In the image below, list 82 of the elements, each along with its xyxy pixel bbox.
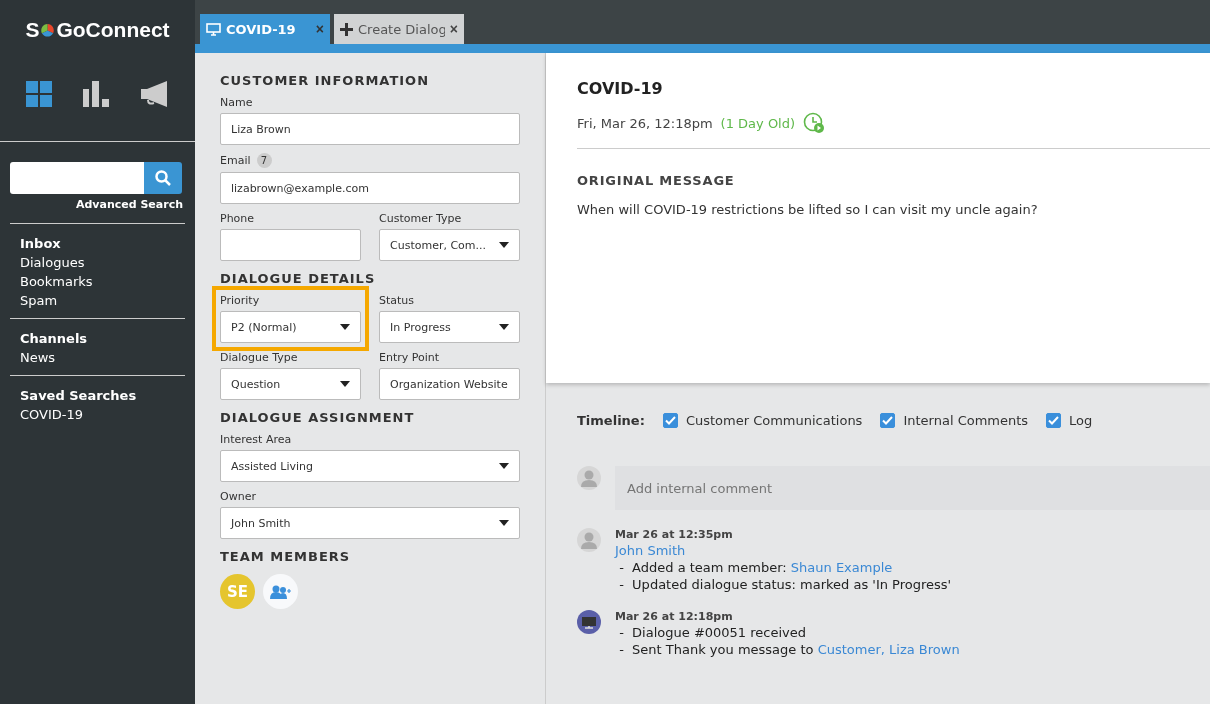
- field-label: Email: [220, 154, 251, 167]
- field-label: Dialogue Type: [220, 351, 298, 364]
- input-field[interactable]: [220, 229, 361, 261]
- search-button[interactable]: [144, 162, 182, 194]
- tab-label: COVID-19: [226, 21, 297, 37]
- section-title: TEAM MEMBERS: [220, 549, 352, 564]
- checkbox[interactable]: [880, 413, 896, 428]
- checkbox[interactable]: [662, 413, 678, 428]
- nav-item[interactable]: Dialogues: [20, 255, 175, 270]
- dropdown[interactable]: Customer, Com...: [379, 229, 520, 261]
- logo-text: S: [25, 18, 40, 42]
- dropdown[interactable]: Question: [220, 368, 361, 400]
- tab[interactable]: COVID-19 ×: [200, 14, 330, 44]
- user-avatar-icon: [577, 466, 601, 490]
- nav-heading[interactable]: Inbox: [20, 236, 175, 251]
- search-icon: [155, 170, 171, 186]
- nav-heading[interactable]: Channels: [20, 331, 175, 346]
- bar-chart-icon[interactable]: [83, 80, 110, 107]
- logo-icon: [40, 22, 56, 38]
- section-title: DIALOGUE ASSIGNMENT: [220, 410, 416, 425]
- caret-icon: [499, 242, 509, 248]
- dialogue-age: (1 Day Old): [720, 115, 796, 131]
- timeline-label: Timeline:: [577, 413, 645, 428]
- dropdown[interactable]: In Progress: [379, 311, 520, 343]
- monitor-avatar-icon: [577, 610, 601, 634]
- logo-text: GoConnect: [56, 18, 170, 42]
- user-avatar-icon: [577, 528, 601, 552]
- comment-field[interactable]: Add internal comment: [615, 466, 1210, 510]
- log-line: - Sent Thank you message to Customer, Liza Brown: [618, 642, 960, 657]
- count-badge: 7: [256, 153, 272, 168]
- monitor-icon: [206, 22, 221, 36]
- nav-item[interactable]: Spam: [20, 293, 175, 308]
- caret-icon: [340, 324, 350, 330]
- checkbox-label: Log: [1069, 413, 1093, 428]
- nav-item[interactable]: News: [20, 350, 175, 365]
- field-label: Name: [220, 96, 253, 109]
- add-people-icon: [269, 584, 292, 599]
- log-line: - Dialogue #00051 received: [618, 625, 808, 640]
- message-text: When will COVID-19 restrictions be lifted so I can visit my uncle again?: [577, 202, 1039, 217]
- log-line: - Added a team member: Shaun Example: [618, 560, 894, 575]
- tab-label: Create Dialog: [358, 21, 445, 37]
- dialogue-date: Fri, Mar 26, 12:18pm: [577, 115, 713, 131]
- nav-item[interactable]: Bookmarks: [20, 274, 175, 289]
- checkbox[interactable]: [1046, 413, 1062, 428]
- field-label: Status: [379, 294, 415, 307]
- input-field[interactable]: Liza Brown: [220, 113, 520, 145]
- dialogue-title: COVID-19: [577, 79, 664, 98]
- field-label: Phone: [220, 212, 255, 225]
- advanced-search-link[interactable]: Advanced Search: [75, 198, 183, 211]
- entry-time: Mar 26 at 12:35pm: [615, 528, 734, 541]
- input-field[interactable]: Organization Website: [379, 368, 520, 400]
- field-label: Customer Type: [379, 212, 462, 225]
- caret-icon: [499, 463, 509, 469]
- tab[interactable]: Create Dialog ×: [334, 14, 464, 44]
- close-button[interactable]: ×: [315, 21, 324, 37]
- caret-icon: [499, 520, 509, 526]
- close-button[interactable]: ×: [449, 21, 458, 37]
- section-title: DIALOGUE DETAILS: [220, 271, 377, 286]
- plus-icon: [340, 22, 353, 36]
- checkbox-label: Internal Comments: [903, 413, 1029, 428]
- field-label: Entry Point: [379, 351, 440, 364]
- checkbox-label: Customer Communications: [685, 413, 863, 428]
- caret-icon: [499, 324, 509, 330]
- dropdown[interactable]: Assisted Living: [220, 450, 520, 482]
- log-line: - Updated dialogue status: marked as 'In Progress': [618, 577, 952, 592]
- megaphone-icon[interactable]: [141, 80, 170, 107]
- clock-icon: [803, 112, 826, 134]
- field-label: Owner: [220, 490, 256, 503]
- section-title: ORIGINAL MESSAGE: [577, 173, 736, 188]
- field-label: Priority: [220, 294, 260, 307]
- caret-icon: [340, 381, 350, 387]
- nav-item[interactable]: COVID-19: [20, 407, 175, 422]
- input-field[interactable]: lizabrown@example.com: [220, 172, 520, 204]
- entry-time: Mar 26 at 12:18pm: [615, 610, 734, 623]
- add-member-button[interactable]: [263, 574, 298, 609]
- dropdown[interactable]: John Smith: [220, 507, 520, 539]
- nav-heading[interactable]: Saved Searches: [20, 388, 175, 403]
- search-field[interactable]: [10, 162, 144, 194]
- section-title: CUSTOMER INFORMATION: [220, 73, 430, 88]
- dropdown[interactable]: P2 (Normal): [220, 311, 361, 343]
- field-label: Interest Area: [220, 433, 292, 446]
- dashboard-icon[interactable]: [25, 80, 52, 107]
